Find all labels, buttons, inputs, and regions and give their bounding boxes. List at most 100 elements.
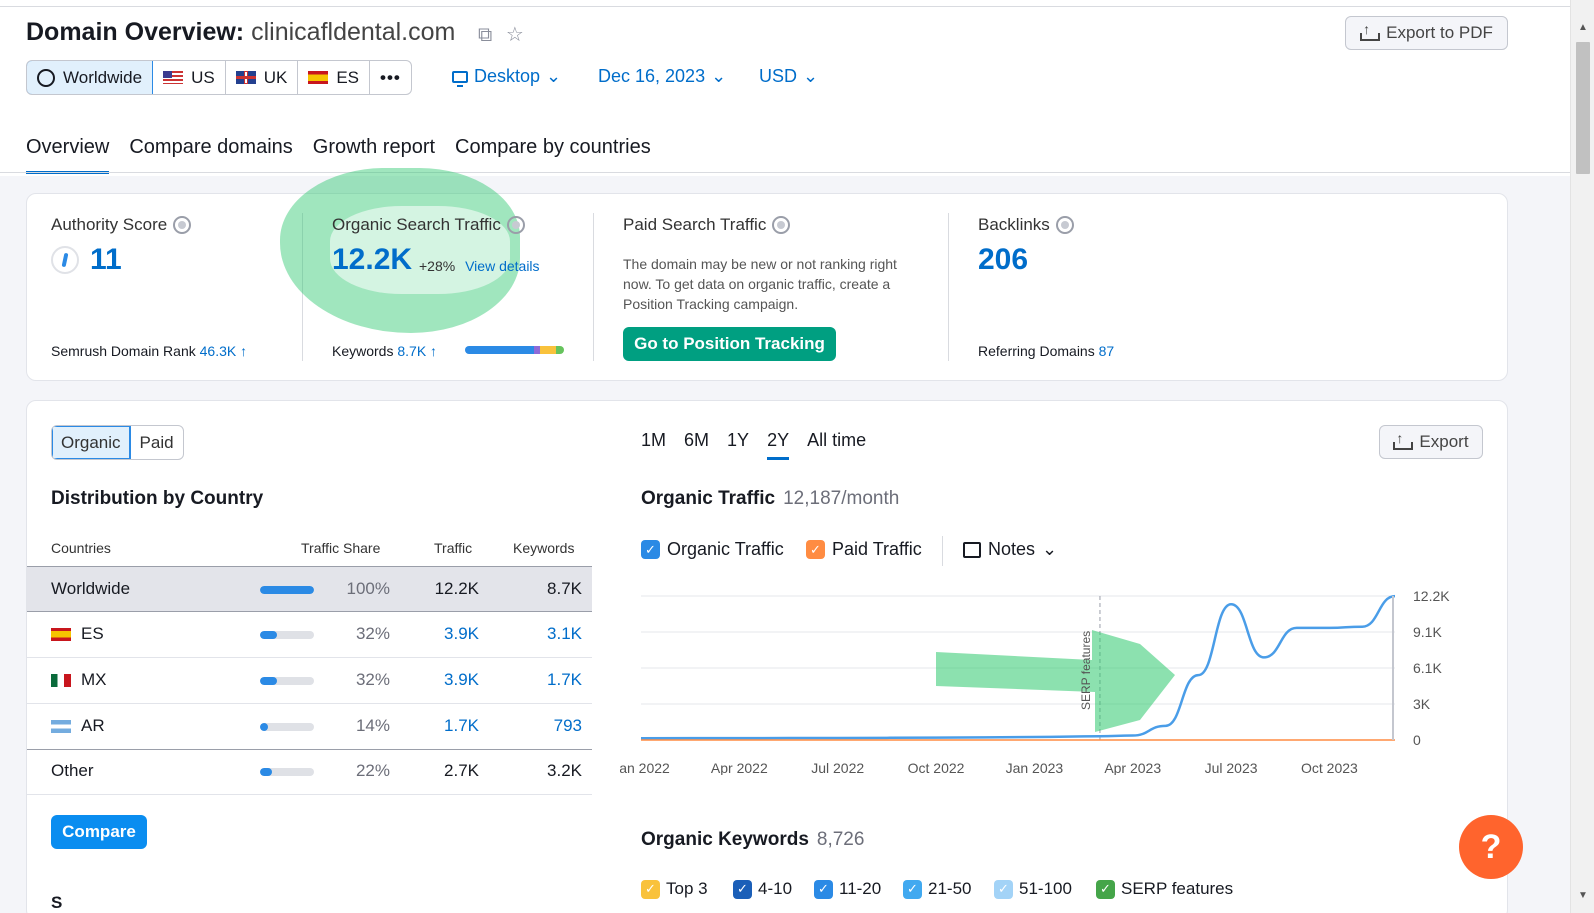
db-us[interactable]: US [153, 61, 226, 94]
period-1y[interactable]: 1Y [727, 430, 749, 460]
x-tick-label: Oct 2023 [1301, 760, 1358, 775]
period-1m[interactable]: 1M [641, 430, 666, 460]
database-selector: Worldwide US UK ES ••• [26, 60, 412, 95]
traffic-value[interactable]: 3.9K [444, 670, 479, 690]
x-tick-label: Apr 2023 [1104, 760, 1161, 775]
export-pdf-button[interactable]: Export to PDF [1345, 16, 1508, 50]
checkbox-checked-icon[interactable]: ✓ [641, 540, 660, 559]
keywords-value[interactable]: 1.7K [547, 670, 582, 690]
traffic-value: 2.7K [444, 761, 479, 780]
report-tabs: Overview Compare domains Growth report C… [26, 136, 651, 174]
checkbox-checked-icon[interactable]: ✓ [1096, 879, 1115, 899]
authority-score-label: Authority Score [51, 215, 192, 235]
serp-features-heading-cut: S [51, 893, 63, 912]
tab-compare-domains[interactable]: Compare domains [129, 136, 292, 174]
kw-legend-item[interactable]: ✓ Top 3 [641, 879, 708, 899]
db-es[interactable]: ES [298, 61, 370, 94]
tab-overview[interactable]: Overview [26, 136, 110, 174]
traffic-share: 22% [355, 761, 390, 780]
flag-mx-icon [51, 673, 71, 687]
kw-legend-item[interactable]: ✓ 21-50 [903, 879, 971, 899]
period-all-time[interactable]: All time [807, 430, 866, 460]
organic-traffic-change: +28% View details [419, 258, 540, 274]
checkbox-checked-icon[interactable]: ✓ [733, 879, 752, 899]
table-row[interactable]: MX 32% 3.9K 1.7K [27, 658, 592, 704]
domain-rank: Semrush Domain Rank 46.3K ↑ [51, 343, 248, 359]
info-icon[interactable] [506, 216, 525, 234]
country-name: ES [81, 624, 104, 643]
organic-keywords-title: Organic Keywords 8,726 [641, 829, 865, 850]
table-row[interactable]: Worldwide 100% 12.2K 8.7K [27, 566, 592, 612]
traffic-value[interactable]: 3.9K [444, 624, 479, 644]
traffic-value[interactable]: 1.7K [444, 716, 479, 736]
export-button[interactable]: Export [1379, 425, 1483, 459]
table-row[interactable]: ES 32% 3.9K 3.1K [27, 612, 592, 658]
organic-traffic-value[interactable]: 12.2K [332, 243, 412, 277]
help-button[interactable]: ? [1459, 815, 1523, 879]
organic-traffic-label: Organic Search Traffic [332, 215, 525, 235]
position-tracking-button[interactable]: Go to Position Tracking [623, 327, 836, 361]
keywords-value[interactable]: 793 [554, 716, 582, 736]
x-tick-label: Oct 2022 [908, 760, 965, 775]
notes-dropdown[interactable]: Notes ⌄ [963, 539, 1057, 560]
table-row[interactable]: AR 14% 1.7K 793 [27, 704, 592, 750]
scroll-down-icon[interactable]: ▼ [1578, 890, 1588, 901]
kw-legend-item[interactable]: ✓ SERP features [1096, 879, 1233, 899]
db-worldwide[interactable]: Worldwide [26, 61, 154, 94]
info-icon[interactable] [1055, 216, 1074, 234]
currency-dropdown[interactable]: USD ⌄ [759, 66, 818, 87]
compare-button[interactable]: Compare [51, 815, 147, 849]
country-name: Other [51, 761, 94, 780]
traffic-share: 14% [355, 716, 390, 735]
date-dropdown[interactable]: Dec 16, 2023 ⌄ [598, 66, 726, 87]
desktop-icon [452, 70, 468, 87]
title-icons: ⧉ ☆ [478, 22, 532, 47]
country-name: MX [81, 670, 107, 689]
info-icon[interactable] [772, 216, 791, 234]
star-icon[interactable]: ☆ [506, 24, 524, 46]
keywords-count: Keywords 8.7K ↑ [332, 343, 438, 359]
legend-paid[interactable]: ✓ Paid Traffic [806, 539, 922, 560]
checkbox-checked-icon[interactable]: ✓ [903, 879, 922, 899]
checkbox-checked-icon[interactable]: ✓ [806, 540, 825, 559]
device-dropdown[interactable]: Desktop ⌄ [452, 66, 561, 87]
referring-domains-value[interactable]: 87 [1099, 343, 1115, 359]
external-link-icon[interactable]: ⧉ [478, 24, 492, 46]
scrollbar[interactable]: ▲ ▼ [1570, 0, 1594, 913]
backlinks-value[interactable]: 206 [978, 243, 1028, 277]
scroll-up-icon[interactable]: ▲ [1578, 22, 1588, 33]
checkbox-checked-icon[interactable]: ✓ [814, 879, 833, 899]
checkbox-checked-icon[interactable]: ✓ [641, 879, 660, 899]
toggle-organic[interactable]: Organic [52, 426, 131, 459]
kw-legend-item[interactable]: ✓ 11-20 [814, 879, 881, 899]
globe-icon [37, 68, 55, 87]
kw-legend-item[interactable]: ✓ 51-100 [994, 879, 1072, 899]
tab-compare-by-countries[interactable]: Compare by countries [455, 136, 651, 174]
col-traffic[interactable]: Traffic [434, 540, 472, 556]
db-uk[interactable]: UK [226, 61, 299, 94]
info-icon[interactable] [173, 216, 192, 234]
more-databases-button[interactable]: ••• [370, 61, 411, 94]
keywords-value[interactable]: 8.7K ↑ [397, 343, 437, 359]
authority-score-value: 11 [90, 243, 122, 276]
y-tick-label: 9.1K [1413, 624, 1442, 640]
period-6m[interactable]: 6M [684, 430, 709, 460]
checkbox-checked-icon[interactable]: ✓ [994, 879, 1013, 899]
keywords-value[interactable]: 3.1K [547, 624, 582, 644]
traffic-share-bar [260, 723, 314, 731]
paid-traffic-message: The domain may be new or not ranking rig… [623, 256, 897, 312]
kw-legend-item[interactable]: ✓ 4-10 [733, 879, 792, 899]
organic-traffic-title: Organic Traffic 12,187/month [641, 488, 900, 509]
period-2y[interactable]: 2Y [767, 430, 790, 460]
domain-rank-value[interactable]: 46.3K ↑ [200, 343, 247, 359]
traffic-share-bar [260, 768, 314, 776]
organic-traffic-chart[interactable]: 12.2K 9.1K 6.1K 3K 0 Jan 2022 Apr 2022 Jul 2022… [620, 580, 1460, 775]
legend-organic[interactable]: ✓ Organic Traffic [641, 539, 784, 560]
col-traffic-share[interactable]: Traffic Share [301, 540, 380, 556]
view-details-link[interactable]: View details [465, 258, 539, 274]
y-tick-label: 12.2K [1413, 588, 1450, 604]
scrollbar-thumb[interactable] [1576, 42, 1590, 174]
col-keywords[interactable]: Keywords [513, 540, 574, 556]
chevron-down-icon: ⌄ [711, 66, 727, 86]
toggle-paid[interactable]: Paid [131, 426, 183, 459]
